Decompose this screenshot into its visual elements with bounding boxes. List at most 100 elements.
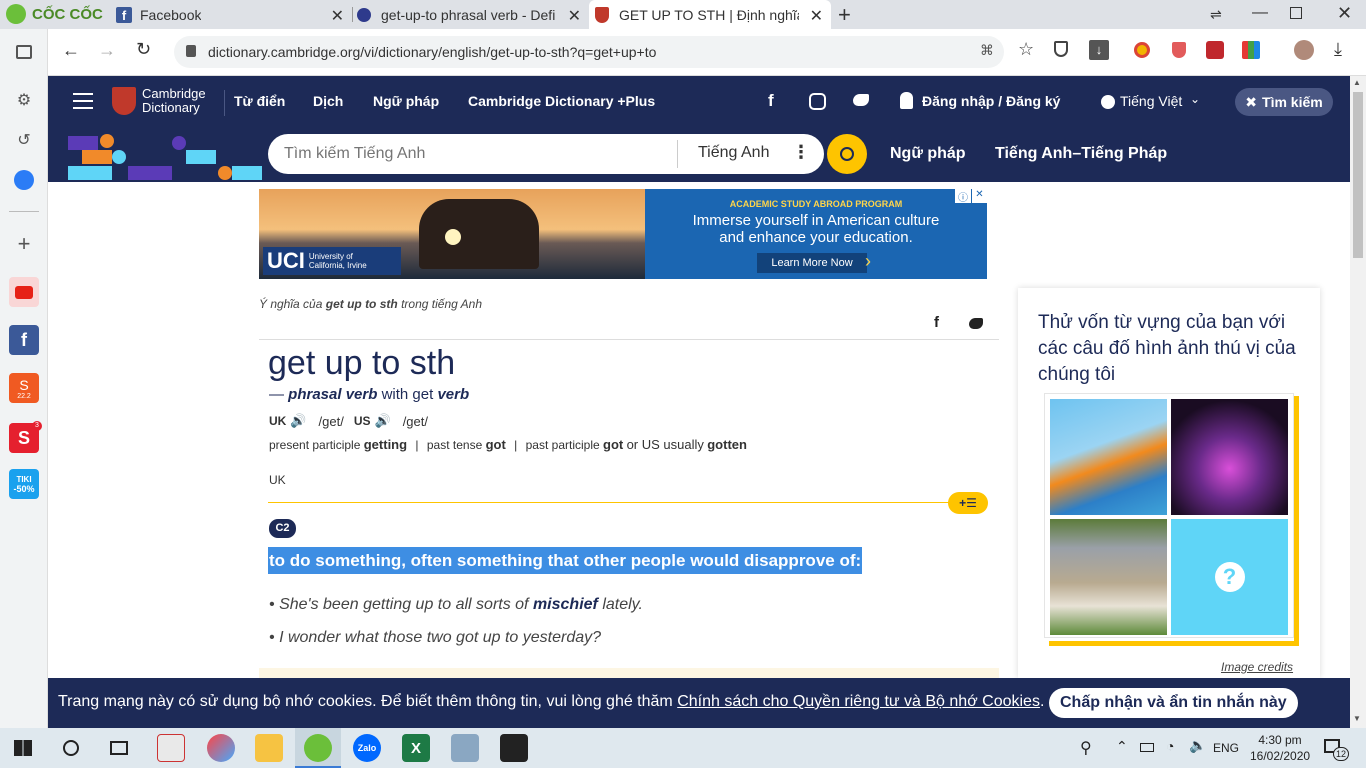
new-tab-button[interactable]: + xyxy=(838,2,851,28)
search-input[interactable] xyxy=(284,143,664,165)
clock[interactable]: 4:30 pm 16/02/2020 xyxy=(1250,732,1310,764)
cookie-accept-button[interactable]: Chấp nhận và ẩn tin nhắn này xyxy=(1049,688,1298,718)
volume-icon[interactable]: 🔈 xyxy=(1189,737,1206,754)
link-grammar[interactable]: Ngữ pháp xyxy=(890,145,966,163)
omnibox[interactable]: dictionary.cambridge.org/vi/dictionary/e… xyxy=(174,36,1004,68)
coccoc-brand[interactable]: CỐC CỐC xyxy=(6,3,106,25)
chevron-up-icon[interactable]: ⌃ xyxy=(1116,738,1128,755)
scroll-up-icon[interactable]: ▲ xyxy=(1353,78,1361,87)
dictionary-select[interactable]: Tiếng Anh xyxy=(698,144,769,162)
facebook-icon[interactable]: f xyxy=(768,91,774,111)
wifi-icon[interactable]: ◔ xyxy=(1166,738,1174,754)
task-view-icon[interactable] xyxy=(110,741,128,755)
taskbar-sticky-notes-icon[interactable] xyxy=(500,734,528,762)
twitter-icon[interactable] xyxy=(853,94,869,106)
language-indicator[interactable]: ENG xyxy=(1213,741,1239,755)
ad-close-icon[interactable]: ✕ xyxy=(972,189,987,203)
quiz-image-grid[interactable]: ? xyxy=(1044,393,1294,638)
ad-banner[interactable]: UCI University of California, Irvine ACA… xyxy=(259,189,987,279)
extension-chrome-icon[interactable] xyxy=(1134,42,1150,58)
nav-dictionary[interactable]: Từ điển xyxy=(234,93,285,109)
tab-get-up-to-sth[interactable]: GET UP TO STH | Định nghĩa t ✕ xyxy=(589,0,831,29)
login-link[interactable]: Đăng nhập / Đăng ký xyxy=(922,93,1060,109)
tab-get-up-to-definition[interactable]: get-up-to phrasal verb - Defi ✕ xyxy=(353,0,589,29)
cortana-icon[interactable] xyxy=(63,740,79,756)
close-icon[interactable]: ✕ xyxy=(568,6,581,26)
quiz-image-waterslide[interactable] xyxy=(1050,399,1167,515)
hamburger-menu-icon[interactable] xyxy=(73,93,93,109)
forward-button[interactable]: → xyxy=(98,40,116,61)
ad-info-icon[interactable]: ⓘ xyxy=(955,189,971,204)
extension-colorful-icon[interactable] xyxy=(1242,41,1260,59)
taskbar-coccoc-icon[interactable] xyxy=(304,734,332,762)
link-english-french[interactable]: Tiếng Anh–Tiếng Pháp xyxy=(995,145,1167,163)
settings-icon[interactable]: ⚙ xyxy=(9,85,39,115)
tiki-label: TIKI xyxy=(16,474,32,484)
close-icon[interactable]: ✕ xyxy=(810,6,823,26)
cambridge-logo[interactable]: Cambridge Dictionary xyxy=(112,87,206,115)
profile-avatar[interactable] xyxy=(1294,40,1314,60)
page-scrollbar[interactable]: ▲ ▼ xyxy=(1350,76,1366,728)
language-select[interactable]: Tiếng Việt xyxy=(1120,93,1182,109)
close-icon[interactable]: ✕ xyxy=(331,6,344,26)
nav-grammar[interactable]: Ngữ pháp xyxy=(373,93,439,109)
quiz-image-unknown[interactable]: ? xyxy=(1171,519,1288,635)
more-options-icon[interactable]: ⋮ xyxy=(792,142,810,163)
tiki-icon[interactable]: TIKI -50% xyxy=(9,469,39,499)
shopee-icon[interactable]: S 22.2 xyxy=(9,373,39,403)
battery-icon[interactable] xyxy=(1140,743,1154,752)
add-icon[interactable]: + xyxy=(9,229,39,259)
tab-search-icon[interactable]: ⇌ xyxy=(1210,6,1222,23)
sidebar-toggle-icon[interactable] xyxy=(9,37,39,67)
share-twitter-icon[interactable] xyxy=(969,318,983,329)
quiz-image-house[interactable] xyxy=(1050,519,1167,635)
back-button[interactable]: ← xyxy=(62,40,80,61)
nav-plus[interactable]: Cambridge Dictionary +Plus xyxy=(468,93,655,109)
search-icon xyxy=(840,147,854,161)
file-explorer-icon[interactable] xyxy=(255,734,283,762)
ad-cta-button[interactable]: Learn More Now xyxy=(757,253,867,273)
add-to-wordlist-button[interactable]: +☰ xyxy=(948,492,988,514)
minimize-button[interactable]: — xyxy=(1252,4,1268,22)
tab-title: get-up-to phrasal verb - Defi xyxy=(381,6,556,23)
maximize-button[interactable] xyxy=(1290,7,1302,19)
tab-title: Facebook xyxy=(140,6,202,23)
nav-translate[interactable]: Dịch xyxy=(313,93,343,109)
facebook-icon[interactable]: f xyxy=(9,325,39,355)
url-text[interactable]: dictionary.cambridge.org/vi/dictionary/e… xyxy=(208,44,656,60)
cookie-policy-link[interactable]: Chính sách cho Quyền riêng tư và Bộ nhớ … xyxy=(677,693,1040,710)
definition[interactable]: to do something, often something that ot… xyxy=(268,547,863,574)
tab-facebook[interactable]: f Facebook ✕ xyxy=(112,0,352,29)
windows-start-icon[interactable] xyxy=(14,740,32,756)
search-toggle-button[interactable]: ✖ Tìm kiếm xyxy=(1235,88,1333,116)
quiz-image-ride[interactable] xyxy=(1171,399,1288,515)
search-button[interactable] xyxy=(827,134,867,174)
image-credits-link[interactable]: Image credits xyxy=(1221,660,1293,674)
example-item: • I wonder what those two got up to yest… xyxy=(269,629,602,646)
window-close-button[interactable]: ✕ xyxy=(1337,3,1352,24)
youtube-icon[interactable] xyxy=(9,277,39,307)
messenger-icon[interactable] xyxy=(9,165,39,195)
extension-record-icon[interactable] xyxy=(1206,41,1224,59)
shield-icon[interactable] xyxy=(1054,41,1068,57)
dictionary-search: Tiếng Anh ⋮ xyxy=(268,134,824,174)
speaker-us-icon[interactable]: 🔊 xyxy=(375,413,391,429)
extension-shield-icon[interactable] xyxy=(1172,42,1186,58)
download-icon[interactable]: ↓ xyxy=(1089,40,1109,60)
instagram-icon[interactable] xyxy=(809,93,826,110)
taskbar-excel-icon[interactable]: X xyxy=(402,734,430,762)
history-icon[interactable]: ↺ xyxy=(9,125,39,155)
download-arrow-icon[interactable]: ⤓ xyxy=(1334,39,1342,60)
taskbar-app-edit-icon[interactable] xyxy=(157,734,185,762)
taskbar-app-icon[interactable] xyxy=(451,734,479,762)
speaker-uk-icon[interactable]: 🔊 xyxy=(290,413,306,429)
taskbar-paint-icon[interactable] xyxy=(207,734,235,762)
taskbar-zalo-icon[interactable]: Zalo xyxy=(353,734,381,762)
bookmark-star-icon[interactable]: ☆ xyxy=(1018,39,1034,60)
share-facebook-icon[interactable]: f xyxy=(934,314,939,331)
translate-icon[interactable]: ⌘ xyxy=(980,42,994,59)
scrollbar-thumb[interactable] xyxy=(1353,92,1363,258)
scroll-down-icon[interactable]: ▼ xyxy=(1353,714,1361,723)
reload-button[interactable]: ↻ xyxy=(136,39,151,60)
people-icon[interactable]: ⚲ xyxy=(1080,738,1092,758)
